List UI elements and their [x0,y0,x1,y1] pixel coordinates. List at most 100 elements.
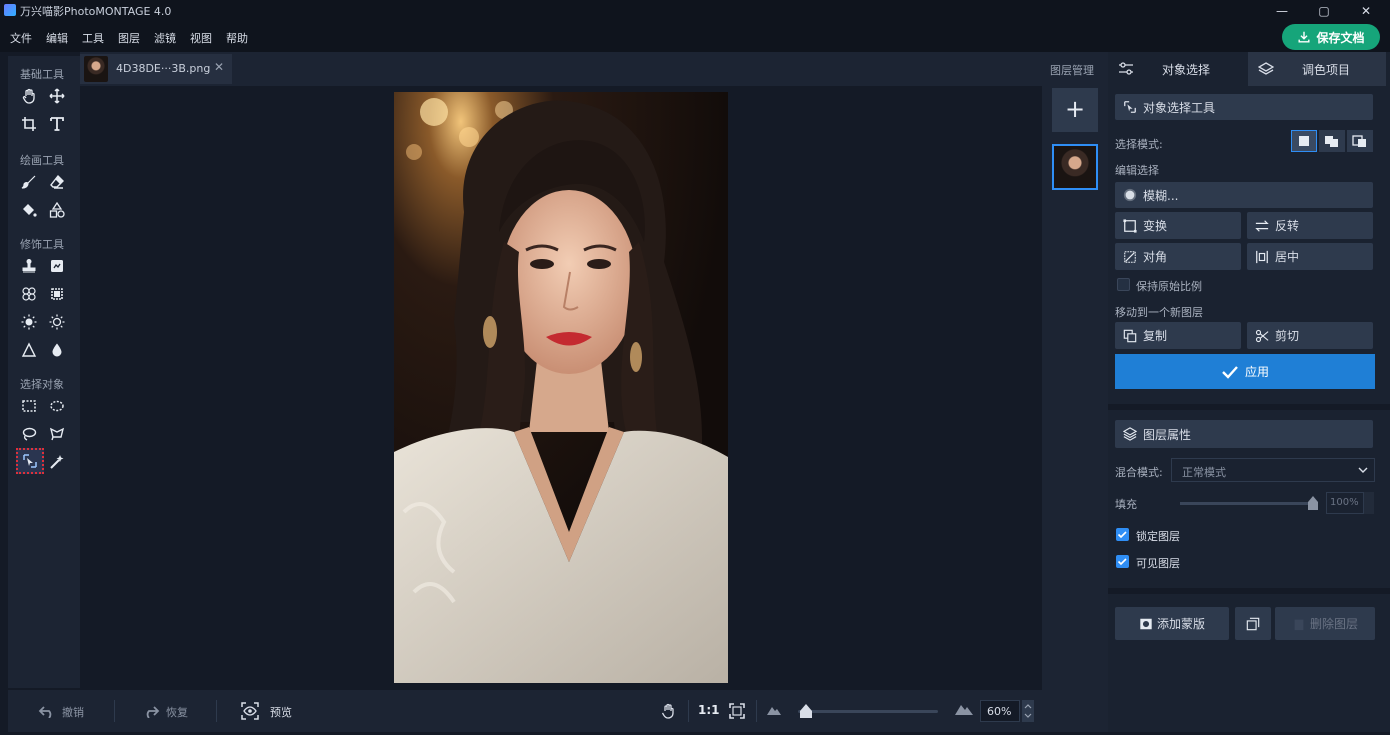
subtract-icon [1352,135,1366,147]
menu-file[interactable]: 文件 [10,30,32,46]
undo-icon[interactable] [38,704,56,718]
visible-layer-checkbox[interactable] [1116,555,1129,568]
save-document-button[interactable]: 保存文档 [1282,24,1380,50]
menu-layer[interactable]: 图层 [118,30,140,46]
fill-slider-track[interactable] [1180,502,1314,505]
shapes-tool-icon[interactable] [45,198,69,222]
blend-mode-select[interactable]: 正常模式 [1171,458,1375,482]
magic-wand-icon[interactable] [45,450,69,474]
mode-subtract-button[interactable] [1347,130,1373,152]
duplicate-layer-button[interactable] [1235,607,1271,640]
diagonal-button[interactable]: 对角 [1115,243,1241,270]
maximize-button[interactable]: ▢ [1304,0,1344,22]
add-layer-button[interactable]: + [1052,88,1098,132]
feather-button[interactable]: 模糊... [1115,182,1373,208]
layer-thumbnail[interactable] [1052,144,1098,190]
zoom-value: 60% [987,705,1012,718]
zoom-stepper[interactable] [1022,700,1034,722]
center-label: 居中 [1275,250,1300,264]
save-document-label: 保存文档 [1316,30,1365,45]
checkmark-icon [1117,531,1127,539]
fit-screen-icon[interactable] [728,702,746,720]
brush-tool-icon[interactable] [17,170,41,194]
ellipse-select-icon[interactable] [45,394,69,418]
fill-tool-icon[interactable] [17,198,41,222]
text-tool-icon[interactable] [45,112,69,136]
tab-color-project[interactable]: 调色项目 [1248,52,1386,86]
eraser-tool-icon[interactable] [45,170,69,194]
crop-tool-icon[interactable] [17,112,41,136]
feather-label: 模糊... [1143,188,1179,203]
copy-button[interactable]: 复制 [1115,322,1241,349]
polygon-lasso-icon[interactable] [45,422,69,446]
patch-tool-icon[interactable] [45,254,69,278]
lasso-select-icon[interactable] [17,422,41,446]
diagonal-label: 对角 [1143,250,1168,264]
layer-props-section-header: 图层属性 [1115,420,1373,448]
fill-input[interactable]: 100% [1326,492,1364,514]
zoom-out-icon[interactable] [766,704,782,716]
preview-label[interactable]: 预览 [270,704,292,720]
heal-tool-icon[interactable] [17,282,41,306]
mask-icon [1140,618,1152,629]
title-bar: 万兴喵影PhotoMONTAGE 4.0 — ▢ ✕ [0,0,1390,22]
object-select-tool[interactable] [16,448,44,474]
rect-select-icon[interactable] [17,394,41,418]
menu-help[interactable]: 帮助 [226,30,248,46]
duplicate-icon [1246,617,1260,630]
document-tab-close-icon[interactable]: ✕ [214,60,224,74]
stamp-tool-icon[interactable] [17,254,41,278]
menu-view[interactable]: 视图 [190,30,212,46]
minimize-button[interactable]: — [1262,0,1302,22]
menu-edit[interactable]: 编辑 [46,30,68,46]
object-select-section-header: 对象选择工具 [1115,94,1373,120]
divider [216,700,217,722]
invert-button[interactable]: 反转 [1247,212,1373,239]
layer-manager: 图层管理 + [1042,52,1108,732]
tab-object-select[interactable]: 对象选择 [1108,52,1242,86]
diagonal-icon [1124,250,1136,263]
frame-tool-icon[interactable] [45,282,69,306]
zoom-in-icon[interactable] [954,702,974,716]
mode-new-button[interactable] [1291,130,1317,152]
center-button[interactable]: 居中 [1247,243,1373,270]
lock-layer-checkbox[interactable] [1116,528,1129,541]
fill-value: 100% [1330,497,1359,508]
darken-tool-icon[interactable] [45,310,69,334]
hand-tool-icon[interactable] [17,84,41,108]
undo-label[interactable]: 撤销 [62,704,84,720]
document-tab[interactable]: 4D38DE···3B.png ✕ [80,54,232,84]
move-tool-icon[interactable] [45,84,69,108]
scissors-icon [1255,329,1269,342]
redo-icon[interactable] [142,704,160,718]
add-mask-button[interactable]: 添加蒙版 [1115,607,1229,640]
canvas-image[interactable] [394,92,728,683]
redo-label[interactable]: 恢复 [166,704,188,720]
actual-size-button[interactable]: 1:1 [698,703,720,717]
tab-color-project-label: 调色项目 [1302,62,1351,77]
fill-stepper[interactable] [1364,492,1374,514]
menu-tools[interactable]: 工具 [82,30,104,46]
zoom-input[interactable]: 60% [980,700,1020,722]
zoom-slider-thumb[interactable] [800,704,812,718]
menu-filter[interactable]: 滤镜 [154,30,176,46]
delete-layer-button[interactable]: 删除图层 [1275,607,1375,640]
mode-add-button[interactable] [1319,130,1345,152]
fit-hand-icon[interactable] [660,702,678,720]
layers-icon [1258,62,1274,75]
cut-button[interactable]: 剪切 [1247,322,1373,349]
delete-layer-label: 删除图层 [1309,617,1358,631]
blur-tool-icon[interactable] [45,338,69,362]
group-basic-label: 基础工具 [20,68,64,81]
sharpen-tool-icon[interactable] [17,338,41,362]
group-retouch-label: 修饰工具 [20,238,64,251]
fill-slider-thumb[interactable] [1308,496,1318,510]
brighten-tool-icon[interactable] [17,310,41,334]
zoom-slider-track[interactable] [798,710,938,713]
keep-ratio-checkbox[interactable] [1117,278,1130,291]
window-title: 万兴喵影PhotoMONTAGE 4.0 [20,5,172,18]
transform-button[interactable]: 变换 [1115,212,1241,239]
preview-icon[interactable] [240,701,260,721]
close-button[interactable]: ✕ [1346,0,1386,22]
apply-button[interactable]: 应用 [1115,354,1375,389]
